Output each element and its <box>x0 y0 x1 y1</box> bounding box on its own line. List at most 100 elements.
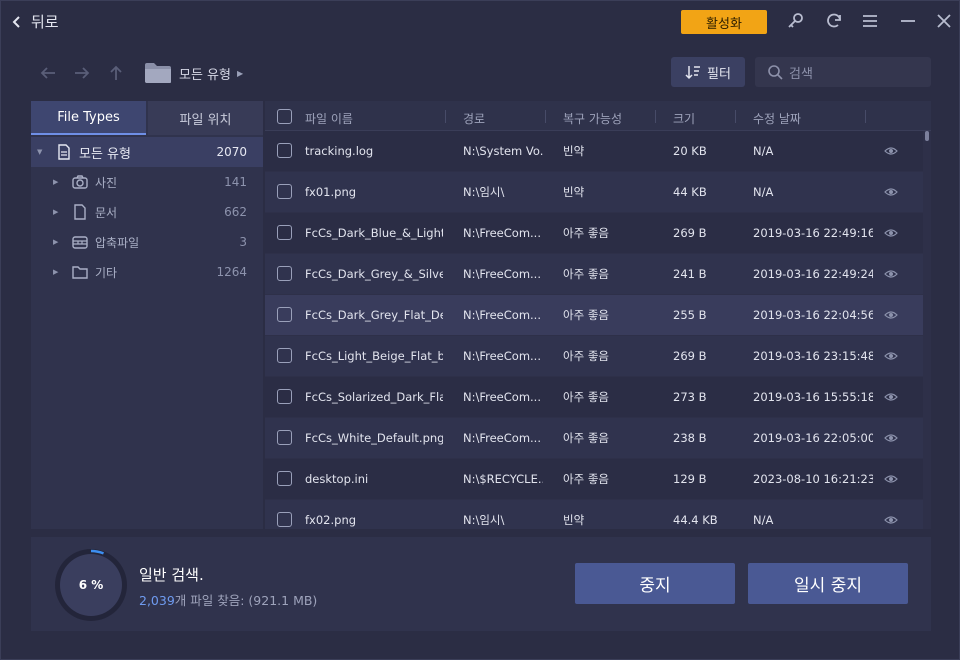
scrollbar-thumb[interactable] <box>925 131 929 141</box>
tab-file-location[interactable]: 파일 위치 <box>148 101 263 135</box>
tree-item-label: 모든 유형 <box>79 146 131 162</box>
cell-file-name: FcCs_Dark_Grey_&_Silve... <box>305 267 443 281</box>
tree-item-count: 3 <box>239 235 247 249</box>
filter-button[interactable]: 필터 <box>671 57 745 87</box>
preview-eye-icon[interactable] <box>884 310 898 320</box>
cell-recoverability: 아주 좋음 <box>563 267 609 281</box>
table-row[interactable]: FcCs_Dark_Grey_&_Silve... N:\FreeCom... 아주… <box>265 254 923 294</box>
tab-file-types[interactable]: File Types <box>31 101 146 135</box>
row-checkbox[interactable] <box>277 143 292 158</box>
close-icon[interactable] <box>934 11 954 31</box>
tree-item-documents[interactable]: ▶ 문서 662 <box>31 197 263 227</box>
table-row[interactable]: FcCs_Dark_Blue_&_Light... N:\FreeCom... 아주… <box>265 213 923 253</box>
row-checkbox[interactable] <box>277 389 292 404</box>
tree-item-other[interactable]: ▶ 기타 1264 <box>31 257 263 287</box>
column-header-modified[interactable]: 수정 날짜 <box>753 110 801 127</box>
expand-right-icon[interactable]: ▶ <box>53 178 63 186</box>
file-type-panel: File Types 파일 위치 ▼ 모든 유형 2070 ▶ 사진 141 ▶… <box>31 101 263 529</box>
row-checkbox[interactable] <box>277 471 292 486</box>
table-row[interactable]: desktop.ini N:\$RECYCLE.... 아주 좋음 129 B 2023… <box>265 459 923 499</box>
table-row[interactable]: fx02.png N:\임시\ 빈약 44.4 KB N/A <box>265 500 923 529</box>
expand-right-icon[interactable]: ▶ <box>53 238 63 246</box>
row-checkbox[interactable] <box>277 184 292 199</box>
table-row[interactable]: FcCs_Dark_Grey_Flat_De... N:\FreeCom... 아주… <box>265 295 923 335</box>
table-row[interactable]: FcCs_Light_Beige_Flat_b... N:\FreeCom... 아… <box>265 336 923 376</box>
preview-eye-icon[interactable] <box>884 146 898 156</box>
preview-eye-icon[interactable] <box>884 187 898 197</box>
nav-up-arrow-icon[interactable] <box>107 64 127 84</box>
cell-recoverability: 아주 좋음 <box>563 226 609 240</box>
row-checkbox[interactable] <box>277 266 292 281</box>
cell-file-name: fx02.png <box>305 513 357 527</box>
cell-recoverability: 아주 좋음 <box>563 390 609 404</box>
caret-right-icon: ▶ <box>236 69 244 78</box>
tree-item-photos[interactable]: ▶ 사진 141 <box>31 167 263 197</box>
file-table: 파일 이름 경로 복구 가능성 크기 수정 날짜 tracking.log N:\… <box>265 101 931 529</box>
select-all-checkbox[interactable] <box>277 109 292 124</box>
cell-path: N:\임시\ <box>463 513 505 527</box>
row-checkbox[interactable] <box>277 512 292 527</box>
preview-eye-icon[interactable] <box>884 433 898 443</box>
table-row[interactable]: tracking.log N:\System Vo... 빈약 20 KB N/A <box>265 131 923 171</box>
key-icon[interactable] <box>786 11 806 31</box>
refresh-icon[interactable] <box>824 11 844 31</box>
table-row[interactable]: fx01.png N:\임시\ 빈약 44 KB N/A <box>265 172 923 212</box>
tree-item-all-types[interactable]: ▼ 모든 유형 2070 <box>31 137 263 167</box>
cell-path: N:\FreeCom... <box>463 226 541 240</box>
folder-icon <box>145 63 171 83</box>
row-checkbox[interactable] <box>277 348 292 363</box>
cell-modified-date: 2019-03-16 22:49:24 <box>753 267 873 281</box>
cell-modified-date: 2019-03-16 15:55:18 <box>753 390 873 404</box>
cell-recoverability: 빈약 <box>563 513 585 527</box>
row-checkbox[interactable] <box>277 225 292 240</box>
table-row[interactable]: FcCs_Solarized_Dark_Fla... N:\FreeCom... 아… <box>265 377 923 417</box>
scan-title: 일반 검색. <box>139 566 204 584</box>
expand-down-icon[interactable]: ▼ <box>37 148 47 156</box>
column-header-name[interactable]: 파일 이름 <box>305 110 353 127</box>
menu-icon[interactable] <box>860 11 880 31</box>
cell-size: 129 B <box>673 472 707 486</box>
preview-eye-icon[interactable] <box>884 351 898 361</box>
column-header-recoverability[interactable]: 복구 가능성 <box>563 110 622 127</box>
expand-right-icon[interactable]: ▶ <box>53 268 63 276</box>
row-checkbox[interactable] <box>277 430 292 445</box>
row-checkbox[interactable] <box>277 307 292 322</box>
search-input[interactable]: 검색 <box>755 57 931 87</box>
preview-eye-icon[interactable] <box>884 269 898 279</box>
cell-recoverability: 아주 좋음 <box>563 431 609 445</box>
expand-right-icon[interactable]: ▶ <box>53 208 63 216</box>
back-button[interactable]: 뒤로 <box>11 11 59 32</box>
archive-icon <box>71 233 89 251</box>
preview-eye-icon[interactable] <box>884 228 898 238</box>
table-scrollbar[interactable] <box>923 131 931 529</box>
column-header-size[interactable]: 크기 <box>673 110 695 127</box>
cell-file-name: tracking.log <box>305 144 374 158</box>
breadcrumb[interactable]: 모든 유형 ▶ <box>179 64 243 83</box>
cell-path: N:\FreeCom... <box>463 308 541 322</box>
table-row[interactable]: FcCs_White_Default.png N:\FreeCom... 아주 좋음… <box>265 418 923 458</box>
cell-file-name: FcCs_Dark_Blue_&_Light... <box>305 226 443 240</box>
scan-status-panel: 6 % 일반 검색. 2,039개 파일 찾음: (921.1 MB) 중지 일… <box>31 537 931 631</box>
stop-button[interactable]: 중지 <box>575 563 735 604</box>
found-count: 2,039 <box>139 593 175 608</box>
nav-forward-arrow-icon[interactable] <box>73 64 93 84</box>
back-label: 뒤로 <box>31 13 59 31</box>
preview-eye-icon[interactable] <box>884 515 898 525</box>
pause-button[interactable]: 일시 중지 <box>748 563 908 604</box>
nav-back-arrow-icon[interactable] <box>39 64 59 84</box>
activate-button[interactable]: 활성화 <box>681 10 767 34</box>
cell-modified-date: 2019-03-16 22:49:16 <box>753 226 873 240</box>
tree-item-archives[interactable]: ▶ 압축파일 3 <box>31 227 263 257</box>
cell-path: N:\FreeCom... <box>463 390 541 404</box>
document-icon <box>55 143 73 161</box>
column-header-path[interactable]: 경로 <box>463 110 485 127</box>
cell-recoverability: 아주 좋음 <box>563 472 609 486</box>
column-divider <box>865 110 866 123</box>
minimize-icon[interactable] <box>898 11 918 31</box>
cell-size: 44 KB <box>673 185 707 199</box>
search-icon <box>768 65 783 80</box>
table-header: 파일 이름 경로 복구 가능성 크기 수정 날짜 <box>265 101 931 131</box>
preview-eye-icon[interactable] <box>884 392 898 402</box>
preview-eye-icon[interactable] <box>884 474 898 484</box>
cell-modified-date: 2019-03-16 23:15:48 <box>753 349 873 363</box>
